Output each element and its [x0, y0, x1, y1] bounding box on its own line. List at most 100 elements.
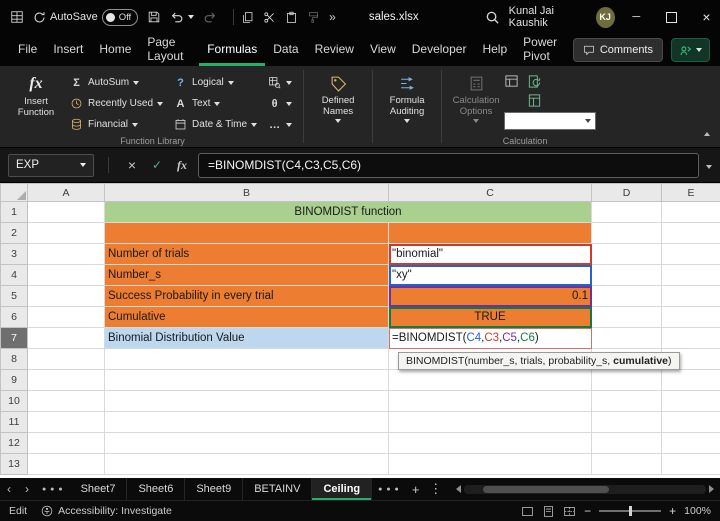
cell[interactable] [105, 412, 389, 433]
more-sheets-left-icon[interactable]: ● ● ● [36, 478, 70, 500]
scroll-right-icon[interactable] [709, 485, 714, 493]
user-name[interactable]: Kunal Jai Kaushik [509, 5, 588, 29]
cell-a6[interactable] [28, 307, 105, 328]
tab-view[interactable]: View [362, 34, 404, 66]
tab-power-pivot[interactable]: Power Pivot [515, 34, 573, 66]
row-header-2[interactable]: 2 [1, 223, 28, 244]
cell[interactable] [28, 370, 105, 391]
cell-c5[interactable]: 0.1 [389, 286, 592, 307]
cell-a5[interactable] [28, 286, 105, 307]
cell-d1[interactable] [592, 202, 662, 223]
recently-used-button[interactable]: Recently Used [64, 94, 168, 113]
cell-e5[interactable] [662, 286, 720, 307]
share-button[interactable] [671, 38, 710, 62]
minimize-button[interactable]: ─ [623, 0, 650, 34]
cell-a4[interactable] [28, 265, 105, 286]
cell-a7[interactable] [28, 328, 105, 349]
copy-button[interactable] [241, 11, 254, 24]
column-header-a[interactable]: A [28, 184, 105, 202]
sheet-tab-ceiling-active[interactable]: Ceiling [312, 478, 372, 500]
enter-button[interactable]: ✓ [148, 158, 166, 172]
cancel-button[interactable]: × [123, 157, 141, 173]
cell[interactable] [592, 391, 662, 412]
defined-names-button[interactable]: Defined Names [310, 70, 366, 123]
tab-page-layout[interactable]: Page Layout [139, 34, 199, 66]
cell[interactable] [592, 454, 662, 475]
cell[interactable] [389, 454, 592, 475]
more-functions-button[interactable]: … [262, 115, 297, 134]
cell[interactable] [389, 412, 592, 433]
next-sheet-icon[interactable]: › [18, 478, 36, 500]
cell[interactable] [662, 391, 720, 412]
calculation-options-button[interactable]: Calculation Options [448, 70, 504, 123]
accessibility-status[interactable]: Accessibility: Investigate [41, 505, 172, 517]
cell[interactable] [28, 454, 105, 475]
financial-button[interactable]: Financial [64, 115, 168, 134]
search-icon[interactable] [485, 10, 500, 25]
cell-e4[interactable] [662, 265, 720, 286]
tab-file[interactable]: File [10, 34, 45, 66]
cell[interactable] [662, 433, 720, 454]
tab-developer[interactable]: Developer [404, 34, 475, 66]
cell-e2[interactable] [662, 223, 720, 244]
tab-help[interactable]: Help [474, 34, 515, 66]
cell-d4[interactable] [592, 265, 662, 286]
undo-button[interactable] [170, 10, 194, 24]
logical-button[interactable]: ? Logical [168, 73, 262, 92]
close-button[interactable]: × [693, 0, 720, 34]
row-header-5[interactable]: 5 [1, 286, 28, 307]
cell-c2[interactable] [389, 223, 592, 244]
cell[interactable] [28, 433, 105, 454]
cell[interactable] [105, 370, 389, 391]
scrollbar-thumb[interactable] [483, 486, 609, 493]
autosave-switch[interactable]: Off [102, 9, 139, 26]
column-header-b[interactable]: B [105, 184, 389, 202]
formula-bar-expand-icon[interactable] [706, 156, 712, 174]
tab-data[interactable]: Data [265, 34, 306, 66]
horizontal-scrollbar[interactable] [456, 478, 714, 500]
insert-function-fx-button[interactable]: fx [173, 158, 191, 173]
autosave-toggle[interactable]: AutoSave Off [33, 9, 138, 26]
normal-view-button[interactable] [521, 505, 534, 518]
tab-insert[interactable]: Insert [45, 34, 91, 66]
collapse-ribbon-icon[interactable] [704, 123, 710, 141]
row-header-3[interactable]: 3 [1, 244, 28, 265]
formula-auditing-button[interactable]: Formula Auditing [379, 70, 435, 123]
page-break-view-button[interactable] [563, 505, 576, 518]
cell-c6[interactable]: TRUE [389, 307, 592, 328]
previous-sheet-icon[interactable]: ‹ [0, 478, 18, 500]
cell[interactable] [662, 412, 720, 433]
cell-d3[interactable] [592, 244, 662, 265]
cell[interactable] [105, 391, 389, 412]
zoom-slider[interactable] [599, 510, 661, 512]
zoom-level[interactable]: 100% [684, 505, 711, 517]
cell-a2[interactable] [28, 223, 105, 244]
row-header-8[interactable]: 8 [1, 349, 28, 370]
paste-button[interactable] [285, 11, 298, 24]
cell-b3[interactable]: Number of trials [105, 244, 389, 265]
tab-home[interactable]: Home [91, 34, 139, 66]
more-sheets-right-icon[interactable]: ● ● ● [372, 478, 406, 500]
cell-b6[interactable]: Cumulative [105, 307, 389, 328]
name-box[interactable]: EXP [8, 154, 94, 177]
row-header-13[interactable]: 13 [1, 454, 28, 475]
row-header-1[interactable]: 1 [1, 202, 28, 223]
sheet-tab-sheet6[interactable]: Sheet6 [127, 478, 185, 500]
cell-c7-active-formula[interactable]: =BINOMDIST(C4,C3,C5,C6) [389, 328, 592, 349]
select-all-corner[interactable] [1, 184, 28, 202]
row-header-12[interactable]: 12 [1, 433, 28, 454]
cell[interactable] [105, 433, 389, 454]
tab-formulas[interactable]: Formulas [199, 34, 265, 66]
text-button[interactable]: A Text [168, 94, 262, 113]
date-time-button[interactable]: Date & Time [168, 115, 262, 134]
add-sheet-button[interactable]: + [406, 478, 426, 500]
cell[interactable] [105, 349, 389, 370]
zoom-in-button[interactable]: + [669, 504, 676, 518]
zoom-out-button[interactable]: − [584, 504, 591, 518]
cell[interactable] [28, 391, 105, 412]
page-layout-view-button[interactable] [542, 505, 555, 518]
cell[interactable] [28, 349, 105, 370]
save-button[interactable] [147, 10, 161, 24]
formula-input[interactable]: =BINOMDIST(C4,C3,C5,C6) [198, 153, 699, 178]
cell[interactable] [105, 454, 389, 475]
